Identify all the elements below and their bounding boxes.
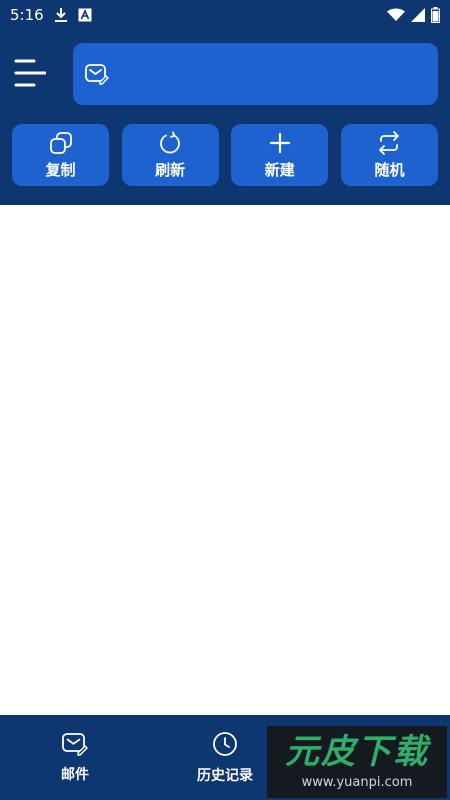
hamburger-menu-icon [14,58,46,88]
status-time: 5:16 [10,6,44,24]
font-icon [78,8,92,22]
menu-button[interactable] [12,55,48,91]
watermark-logo-text: 元皮下载 [285,731,429,772]
status-right [387,7,440,23]
plus-icon [268,131,292,155]
nav-mail-label: 邮件 [61,766,89,783]
refresh-label: 刷新 [155,160,186,179]
new-label: 新建 [264,160,295,179]
mail-edit-icon [85,63,109,85]
wifi-icon [387,8,405,22]
random-button[interactable]: 随机 [340,124,438,186]
signal-icon [411,8,425,22]
watermark-logo: 元皮下载 www.yuanpi.com [267,726,447,798]
download-icon [54,7,68,23]
copy-label: 复制 [45,160,76,179]
random-label: 随机 [374,160,405,179]
mail-list-area [0,205,450,715]
new-button[interactable]: 新建 [231,124,329,186]
nav-mail[interactable]: 邮件 [0,715,150,800]
mail-edit-icon [62,732,88,756]
refresh-icon [158,131,182,155]
mail-address-input[interactable] [109,43,438,105]
refresh-button[interactable]: 刷新 [121,124,219,186]
app-header: 复制 刷新 新建 随机 [0,30,450,205]
mail-address-box[interactable] [73,43,438,105]
battery-icon [431,7,440,23]
status-left: 5:16 [10,6,92,24]
copy-button[interactable]: 复制 [12,124,109,186]
clock-icon [212,731,238,757]
watermark-url: www.yuanpi.com [301,774,413,790]
copy-icon [49,131,73,155]
status-bar: 5:16 [0,0,450,30]
nav-history-label: 历史记录 [197,767,253,784]
swap-icon [377,130,401,155]
action-bar: 复制 刷新 新建 随机 [12,124,438,186]
